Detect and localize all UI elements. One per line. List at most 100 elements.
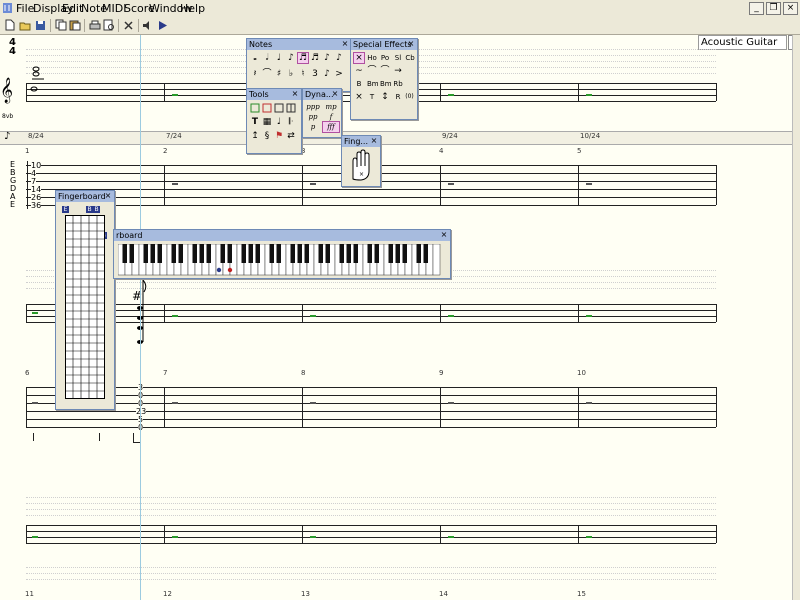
section-icon[interactable]: § <box>262 131 272 141</box>
slide-out-icon[interactable]: → <box>393 66 403 76</box>
natural-icon[interactable]: ♮ <box>298 69 308 79</box>
artificial-harmonic-icon[interactable]: Bm <box>380 79 392 89</box>
split-tool-icon[interactable] <box>286 103 296 113</box>
close-icon[interactable]: × <box>440 231 448 239</box>
fingerboard-palette[interactable]: Fingerboard× E B B G D D <box>55 190 115 410</box>
playback-cursor[interactable] <box>140 35 141 600</box>
black-key[interactable] <box>290 244 296 263</box>
grace-note-icon[interactable]: ♪ <box>322 69 332 79</box>
string-label[interactable]: B <box>86 206 93 213</box>
close-icon[interactable]: × <box>291 90 299 98</box>
keyboard-palette[interactable]: rboard × <box>113 229 451 279</box>
menu-midi[interactable]: MIDI <box>102 2 126 15</box>
piano-keyboard[interactable] <box>118 244 446 276</box>
black-key[interactable] <box>325 244 331 263</box>
accent-icon[interactable]: > <box>334 69 344 79</box>
close-icon[interactable]: × <box>104 192 112 200</box>
dynamic-p[interactable]: p <box>305 122 321 132</box>
dotted-note-icon[interactable]: ♪ <box>334 53 344 63</box>
tap-icon[interactable]: T <box>367 92 377 102</box>
notes-palette[interactable]: Notes × 𝅝 𝅗𝅥 ♩ ♪ ♬ ♬ ♪ ♪ 𝄽 ⌒ ♯ ♭ ♮ 3 ♪ > <box>246 38 352 92</box>
white-key[interactable] <box>432 244 441 276</box>
black-key[interactable] <box>423 244 429 263</box>
black-key[interactable] <box>346 244 352 263</box>
dynamic-pp[interactable]: pp <box>305 112 321 122</box>
tie-icon[interactable]: ⌒ <box>262 69 272 79</box>
minimize-button[interactable]: _ <box>749 2 764 15</box>
black-key[interactable] <box>171 244 177 263</box>
black-key[interactable] <box>353 244 359 263</box>
chord-tool-icon[interactable]: ♩ <box>274 117 284 127</box>
black-key[interactable] <box>157 244 163 263</box>
dynamics-palette[interactable]: Dyna... × ppp pp p mp f fff <box>302 88 342 138</box>
sixty-fourth-note-icon[interactable]: ♪ <box>322 53 332 63</box>
black-key[interactable] <box>304 244 310 263</box>
dynamic-f[interactable]: f <box>323 112 339 122</box>
black-key[interactable] <box>416 244 422 263</box>
dead-note-icon[interactable]: ⨯ <box>353 52 365 64</box>
black-key[interactable] <box>318 244 324 263</box>
print-icon[interactable] <box>88 18 102 32</box>
dynamic-mp[interactable]: mp <box>323 102 339 112</box>
quarter-note-icon[interactable]: ♩ <box>274 53 284 63</box>
rake-icon[interactable]: R <box>393 92 403 102</box>
half-note-icon[interactable]: 𝅗𝅥 <box>262 53 272 63</box>
sixteenth-note-icon[interactable]: ♬ <box>297 52 309 64</box>
vibrato-icon[interactable]: ~ <box>354 66 364 76</box>
pull-off-icon[interactable]: Po <box>380 53 390 63</box>
black-key[interactable] <box>122 244 128 263</box>
slide-icon[interactable]: Sl <box>393 53 403 63</box>
paste-icon[interactable] <box>68 18 82 32</box>
whole-note-icon[interactable]: 𝅝 <box>250 53 260 63</box>
open-folder-icon[interactable] <box>18 18 32 32</box>
legato-icon[interactable]: ⌒ <box>367 66 377 76</box>
black-key[interactable] <box>269 244 275 263</box>
black-key[interactable] <box>367 244 373 263</box>
black-key[interactable] <box>374 244 380 263</box>
restore-button[interactable]: ❐ <box>766 2 781 15</box>
save-icon[interactable] <box>33 18 47 32</box>
black-key[interactable] <box>388 244 394 263</box>
delete-icon[interactable] <box>121 18 135 32</box>
text-tool-icon[interactable]: T <box>250 117 260 127</box>
black-key[interactable] <box>297 244 303 263</box>
black-key[interactable] <box>255 244 261 263</box>
sharp-icon[interactable]: ♯ <box>274 69 284 79</box>
print-preview-icon[interactable] <box>102 18 116 32</box>
black-key[interactable] <box>220 244 226 263</box>
repeat-tool-icon[interactable]: 𝄆 <box>286 117 296 127</box>
grid-tool-icon[interactable]: ▦ <box>262 117 272 127</box>
thirty-second-note-icon[interactable]: ♬ <box>310 53 320 63</box>
black-key[interactable] <box>129 244 135 263</box>
close-button[interactable]: × <box>783 2 798 15</box>
black-key[interactable] <box>143 244 149 263</box>
triplet-icon[interactable]: 3 <box>310 69 320 79</box>
black-key[interactable] <box>395 244 401 263</box>
marker-icon[interactable]: ⚑ <box>274 131 284 141</box>
black-key[interactable] <box>178 244 184 263</box>
menu-help[interactable]: Help <box>180 2 205 15</box>
black-key[interactable] <box>248 244 254 263</box>
insert-icon[interactable]: ↥ <box>250 131 260 141</box>
special-effects-palette[interactable]: Special Effects × ⨯ Ho Po Sl Cb ~ ⌒ ⌒ → B… <box>350 38 418 120</box>
black-key[interactable] <box>206 244 212 263</box>
fretboard-grid[interactable] <box>65 215 105 399</box>
dynamic-fff[interactable]: fff <box>322 121 340 133</box>
flat-icon[interactable]: ♭ <box>286 69 296 79</box>
string-label[interactable]: E <box>62 206 69 213</box>
fingering-palette[interactable]: Fing... × × <box>341 135 381 187</box>
string-label[interactable]: B <box>93 206 100 213</box>
close-icon[interactable]: × <box>341 40 349 48</box>
black-key[interactable] <box>192 244 198 263</box>
add-measure-icon[interactable] <box>250 103 260 113</box>
menu-file[interactable]: File <box>16 2 34 15</box>
hand-icon[interactable]: × <box>347 149 375 183</box>
play-icon[interactable] <box>156 18 170 32</box>
close-icon[interactable]: × <box>331 90 339 98</box>
black-key[interactable] <box>339 244 345 263</box>
harmonic-icon[interactable]: Bm <box>367 79 379 89</box>
ghost-note-icon[interactable]: (0) <box>403 92 416 102</box>
reverse-icon[interactable]: ⇄ <box>286 131 296 141</box>
hammer-on-icon[interactable]: Ho <box>367 53 377 63</box>
black-key[interactable] <box>227 244 233 263</box>
